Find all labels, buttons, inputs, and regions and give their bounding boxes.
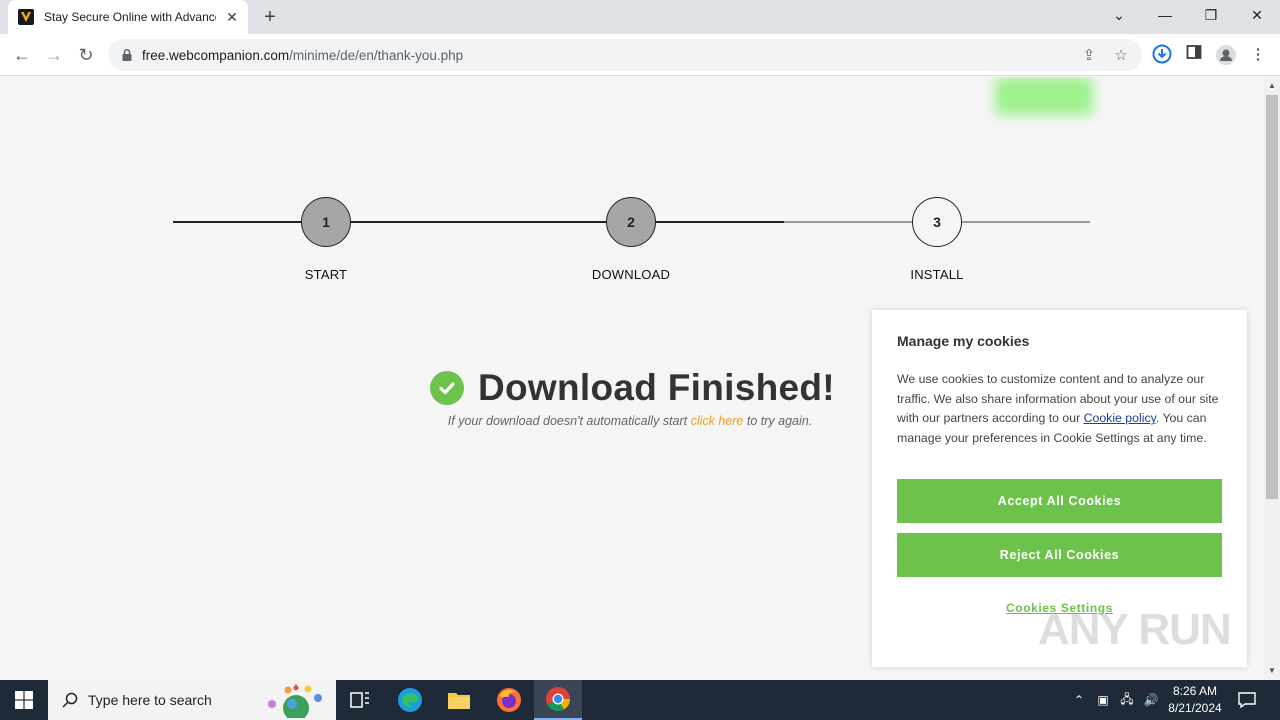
anyrun-watermark: ANY RUN [1038,605,1232,654]
windows-taskbar: Type here to search ⌃ ▣ 🖧 🔊 8:26 AM 8/21… [0,680,1280,720]
taskbar-search-box[interactable]: Type here to search [48,680,336,720]
minimize-icon[interactable]: — [1142,0,1188,32]
cookie-dialog-text: We use cookies to customize content and … [897,372,1219,445]
back-arrow-icon[interactable]: ← [8,41,36,69]
step-label-install: INSTALL [910,267,964,282]
scroll-up-arrow-icon[interactable]: ▲ [1264,79,1280,93]
tab-close-icon[interactable]: ✕ [224,9,240,25]
download-finished-heading: Download Finished! [430,367,835,409]
webcompanion-favicon-icon [18,9,34,25]
menu-kebab-icon[interactable]: ⋮ [1247,44,1269,66]
file-explorer-icon[interactable] [435,680,483,720]
cookie-dialog-title: Manage my cookies [897,333,1030,349]
cookie-policy-link[interactable]: Cookie policy [1084,411,1156,425]
search-icon [62,692,78,708]
progress-line-complete [173,221,784,223]
tab-strip: Stay Secure Online with Advance ✕ + ⌄ — … [0,0,1280,34]
chrome-icon[interactable] [534,680,582,720]
browser-toolbar: ← → ↻ free.webcompanion.com/minime/de/en… [0,34,1280,76]
scroll-down-arrow-icon[interactable]: ▼ [1264,664,1280,678]
browser-tab[interactable]: Stay Secure Online with Advance ✕ [8,0,248,34]
network-icon[interactable]: 🖧 [1116,680,1138,720]
page-scrollbar[interactable]: ▲ ▼ [1264,77,1280,680]
blurred-header-button [995,77,1093,115]
edge-browser-icon[interactable] [386,680,434,720]
address-bar[interactable]: free.webcompanion.com/minime/de/en/thank… [108,39,1142,71]
task-view-icon[interactable] [336,680,384,720]
share-icon[interactable]: ⇪ [1080,47,1098,65]
step-circle-3: 3 [912,197,962,247]
search-highlight-globe-icon [268,684,322,718]
clock-time: 8:26 AM [1172,684,1218,698]
bookmark-star-icon[interactable]: ☆ [1112,47,1130,65]
reload-icon[interactable]: ↻ [72,41,100,69]
search-placeholder: Type here to search [88,692,212,708]
scrollbar-thumb[interactable] [1266,95,1278,499]
download-icon[interactable] [1151,44,1173,66]
taskbar-clock[interactable]: 8:26 AM 8/21/2024 [1160,683,1230,717]
step-circle-1: 1 [301,197,351,247]
new-tab-icon[interactable]: + [258,5,282,29]
step-label-download: DOWNLOAD [591,267,671,282]
restore-icon[interactable]: ❐ [1188,0,1234,32]
windows-start-icon[interactable] [0,680,48,720]
clock-date: 8/21/2024 [1168,701,1222,715]
close-window-icon[interactable]: ✕ [1234,0,1280,32]
step-label-start: START [304,267,348,282]
side-panel-icon[interactable] [1183,44,1205,66]
tray-device-icon[interactable]: ▣ [1092,680,1114,720]
tab-title: Stay Secure Online with Advance [44,10,216,24]
volume-icon[interactable]: 🔊 [1140,680,1162,720]
click-here-link[interactable]: click here [691,414,744,428]
reject-all-cookies-button[interactable]: Reject All Cookies [897,533,1222,577]
notification-center-icon[interactable] [1232,680,1262,720]
profile-avatar-icon[interactable] [1215,44,1237,66]
page-title: Download Finished! [478,367,835,408]
url-text: free.webcompanion.com/minime/de/en/thank… [142,47,464,63]
accept-all-cookies-button[interactable]: Accept All Cookies [897,479,1222,523]
forward-arrow-icon[interactable]: → [40,41,68,69]
firefox-icon[interactable] [485,680,533,720]
tray-overflow-chevron-icon[interactable]: ⌃ [1068,680,1090,720]
checkmark-icon [430,371,464,405]
step-circle-2: 2 [606,197,656,247]
lock-icon [122,48,132,61]
tab-search-icon[interactable]: ⌄ [1096,0,1142,32]
